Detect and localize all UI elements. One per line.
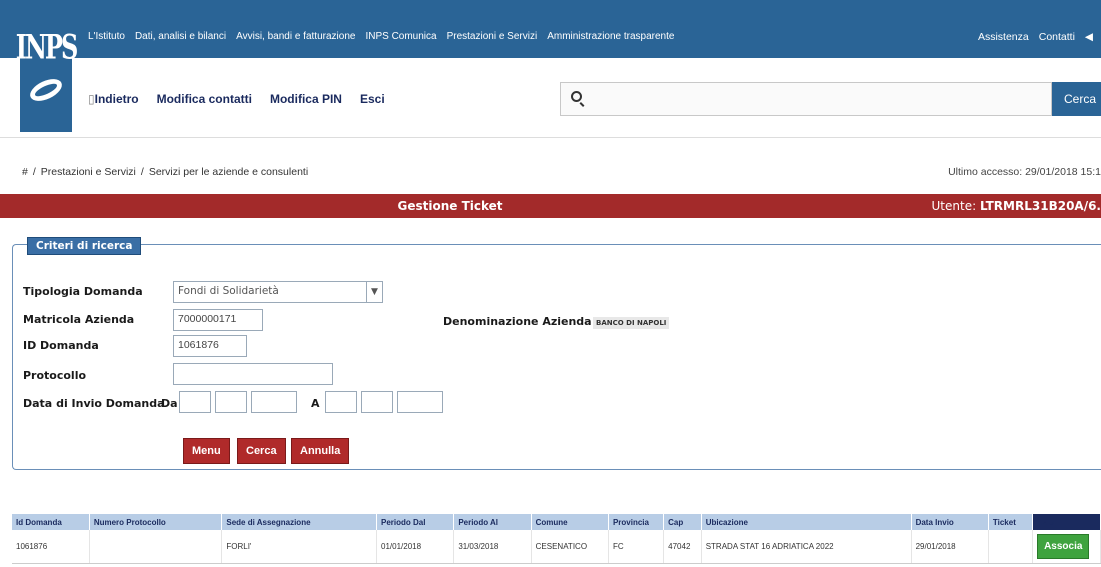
- denominazione-label: Denominazione Azienda: [443, 315, 592, 328]
- back-icon: ▯: [88, 92, 95, 106]
- search-box: [560, 82, 1052, 116]
- logo-text: INPS: [15, 26, 79, 67]
- top-link-dati[interactable]: Dati, analisi e bilanci: [135, 31, 226, 42]
- col-comune[interactable]: Comune: [531, 514, 609, 530]
- home-icon[interactable]: #: [22, 166, 28, 178]
- search-input[interactable]: [591, 89, 1041, 109]
- fieldset-legend: Criteri di ricerca: [27, 237, 142, 255]
- top-link-comunica[interactable]: INPS Comunica: [365, 31, 436, 42]
- cell-ubicazione: STRADA STAT 16 ADRIATICA 2022: [701, 530, 912, 564]
- cell-sede: FORLI': [221, 530, 377, 564]
- search-criteria-fieldset: Criteri di ricerca Tipologia Domanda Fon…: [12, 237, 1101, 470]
- cancel-button[interactable]: Annulla: [291, 438, 350, 464]
- cell-periodo-al: 31/03/2018: [453, 530, 532, 564]
- logo-swoosh-icon: [26, 74, 66, 106]
- cell-id-domanda: 1061876: [12, 530, 90, 564]
- breadcrumb-separator: /: [140, 166, 144, 178]
- tipologia-value: Fondi di Solidarietà: [178, 285, 279, 297]
- back-link[interactable]: ▯Indietro: [88, 92, 139, 106]
- share-icon[interactable]: ◀: [1085, 31, 1093, 43]
- assistance-link[interactable]: Assistenza: [978, 31, 1029, 43]
- search-icon: [571, 91, 582, 102]
- cell-numero-protocollo: [89, 530, 223, 564]
- col-provincia[interactable]: Provincia: [608, 514, 665, 530]
- matricola-input[interactable]: 7000000171: [173, 309, 263, 331]
- page-title-bar: Gestione Ticket Utente: LTRMRL31B20A/6.: [0, 194, 1101, 218]
- col-periodo-al[interactable]: Periodo Al: [453, 514, 532, 530]
- cell-provincia: FC: [608, 530, 665, 564]
- top-right-links: Assistenza Contatti ◀: [978, 31, 1093, 43]
- matricola-label: Matricola Azienda: [23, 313, 135, 326]
- user-info: Utente: LTRMRL31B20A/6.: [932, 199, 1101, 213]
- breadcrumb: # / Prestazioni e Servizi / Servizi per …: [22, 166, 308, 178]
- logout-link[interactable]: Esci: [360, 92, 385, 106]
- contacts-link[interactable]: Contatti: [1039, 31, 1075, 43]
- user-links: ▯Indietro Modifica contatti Modifica PIN…: [88, 92, 385, 106]
- top-link-prestazioni[interactable]: Prestazioni e Servizi: [447, 31, 538, 42]
- back-label: Indietro: [94, 92, 139, 106]
- edit-pin-link[interactable]: Modifica PIN: [270, 92, 342, 106]
- a-label: A: [311, 397, 320, 410]
- page-title: Gestione Ticket: [397, 199, 503, 213]
- results-table: Id Domanda Numero Protocollo Sede di Ass…: [12, 514, 1101, 564]
- protocollo-label: Protocollo: [23, 369, 87, 382]
- inps-logo[interactable]: INPS: [16, 4, 78, 132]
- user-code: LTRMRL31B20A/6.: [979, 199, 1101, 213]
- col-ubicazione[interactable]: Ubicazione: [701, 514, 912, 530]
- col-azioni: Azioni: [1032, 514, 1101, 530]
- tipologia-label: Tipologia Domanda: [23, 285, 143, 298]
- top-link-avvisi[interactable]: Avvisi, bandi e fatturazione: [236, 31, 355, 42]
- col-id-domanda[interactable]: Id Domanda: [12, 514, 90, 530]
- menu-button[interactable]: Menu: [183, 438, 230, 464]
- breadcrumb-prestazioni[interactable]: Prestazioni e Servizi: [41, 166, 136, 178]
- search-button[interactable]: Cerca: [1052, 82, 1101, 116]
- col-ticket[interactable]: Ticket: [988, 514, 1034, 530]
- cell-ticket: [988, 530, 1034, 564]
- col-data-invio[interactable]: Data Invio: [911, 514, 989, 530]
- col-numero-protocollo[interactable]: Numero Protocollo: [89, 514, 223, 530]
- breadcrumb-current: Servizi per le aziende e consulenti: [148, 166, 309, 178]
- cell-data-invio: 29/01/2018: [911, 530, 989, 564]
- a-month-input[interactable]: [361, 391, 393, 413]
- top-link-istituto[interactable]: L'Istituto: [88, 31, 125, 42]
- protocollo-input[interactable]: [173, 363, 333, 385]
- id-domanda-input[interactable]: 1061876: [173, 335, 247, 357]
- associate-button[interactable]: Associa: [1037, 534, 1090, 559]
- denominazione-value: BANCO DI NAPOLI: [593, 317, 670, 329]
- search-submit-button[interactable]: Cerca: [237, 438, 286, 464]
- cell-periodo-dal: 01/01/2018: [376, 530, 455, 564]
- cell-cap: 47042: [663, 530, 702, 564]
- data-invio-label: Data di Invio Domanda: [23, 397, 165, 410]
- da-month-input[interactable]: [215, 391, 247, 413]
- da-label: Da: [161, 397, 178, 410]
- a-day-input[interactable]: [325, 391, 357, 413]
- col-cap[interactable]: Cap: [663, 514, 702, 530]
- cell-comune: CESENATICO: [531, 530, 609, 564]
- breadcrumb-separator: /: [32, 166, 36, 178]
- user-label: Utente:: [931, 199, 977, 213]
- col-sede[interactable]: Sede di Assegnazione: [221, 514, 377, 530]
- table-row: 1061876 FORLI' 01/01/2018 31/03/2018 CES…: [12, 530, 1101, 564]
- da-year-input[interactable]: [251, 391, 297, 413]
- top-link-trasparente[interactable]: Amministrazione trasparente: [547, 31, 674, 42]
- top-links: L'Istituto Dati, analisi e bilanci Avvis…: [88, 31, 674, 42]
- last-access: Ultimo accesso: 29/01/2018 15:1: [948, 166, 1101, 178]
- a-year-input[interactable]: [397, 391, 443, 413]
- id-domanda-label: ID Domanda: [23, 339, 99, 352]
- da-day-input[interactable]: [179, 391, 211, 413]
- cell-azioni: Associa: [1032, 530, 1101, 564]
- table-header-row: Id Domanda Numero Protocollo Sede di Ass…: [12, 514, 1101, 530]
- col-periodo-dal[interactable]: Periodo Dal: [376, 514, 455, 530]
- user-subnav: ▯Indietro Modifica contatti Modifica PIN…: [0, 58, 1101, 138]
- chevron-down-icon: ▼: [366, 282, 382, 302]
- tipologia-select[interactable]: Fondi di Solidarietà ▼: [173, 281, 383, 303]
- top-navbar: L'Istituto Dati, analisi e bilanci Avvis…: [0, 0, 1101, 58]
- edit-contacts-link[interactable]: Modifica contatti: [157, 92, 252, 106]
